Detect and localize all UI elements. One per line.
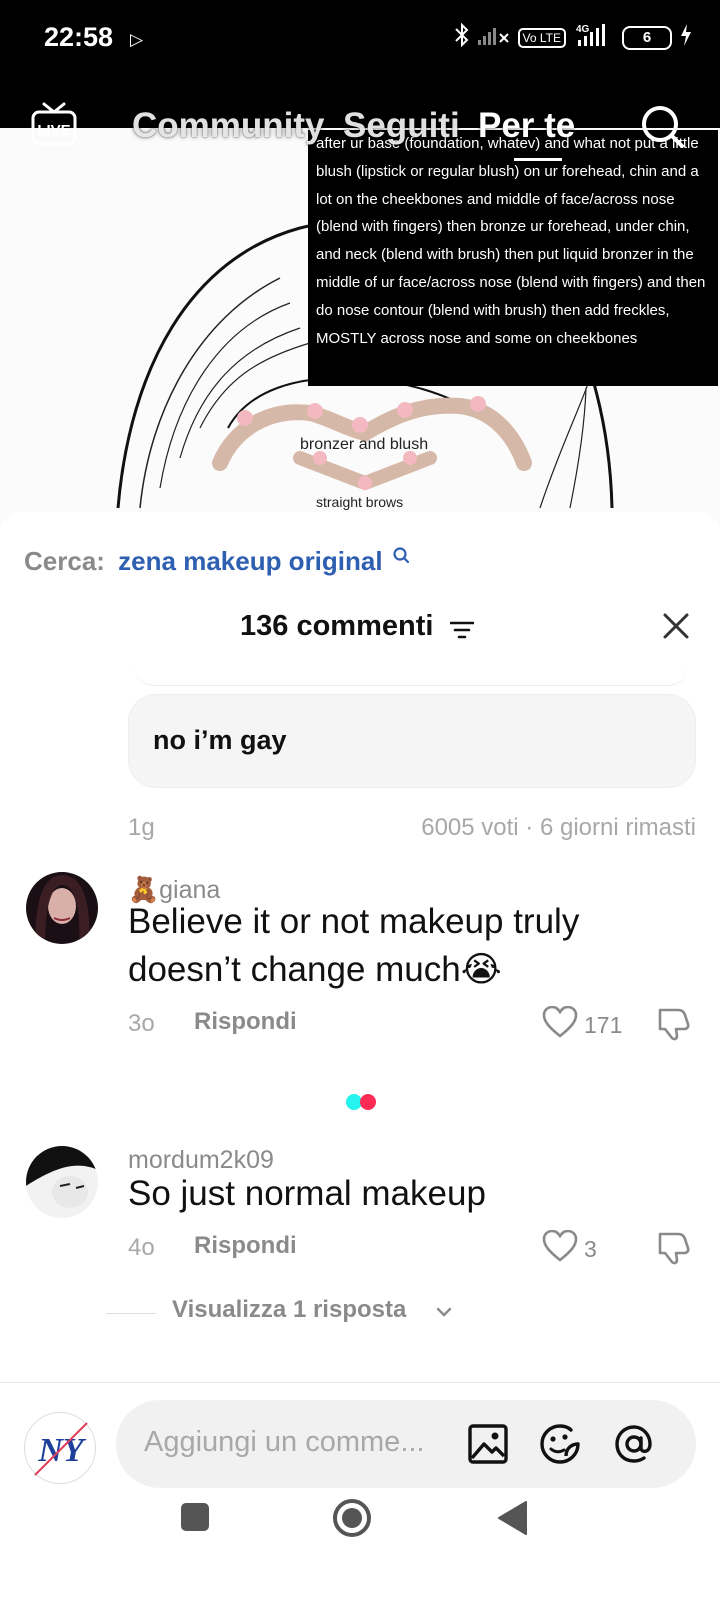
4g-signal-icon: 4G [574,22,614,53]
previous-bubble-edge [134,662,688,686]
comment-text: Believe it or not makeup truly doesn’t c… [128,902,580,989]
poll-option[interactable]: no i’m gay [128,694,696,788]
image-icon[interactable] [466,1422,510,1466]
reply-button[interactable]: Rispondi [194,1232,297,1260]
poll-votes-meta: 6005 voti · 6 giorni rimasti [421,814,696,841]
like-count: 3 [584,1236,597,1262]
comment-input[interactable]: Aggiungi un comme... [116,1400,696,1488]
status-time: 22:58 [44,22,114,52]
reply-button[interactable]: Rispondi [194,1008,297,1036]
charging-icon [680,24,692,51]
like-count: 171 [584,1012,623,1038]
play-icon: ▷ [130,30,144,49]
replies-divider-line [106,1313,156,1314]
comment-time: 3o [128,1010,155,1037]
dislike-icon[interactable] [656,1230,692,1266]
avatar[interactable] [26,872,98,944]
chevron-down-icon [436,1307,452,1317]
comment-input-placeholder: Aggiungi un comme... [144,1426,425,1458]
svg-text:NY: NY [37,1432,87,1469]
loading-indicator [346,1094,376,1110]
video-caption-overlay: after ur base (foundation, whatev) and w… [308,130,718,386]
system-nav-bar [0,1480,720,1600]
avatar[interactable] [26,1146,98,1218]
svg-text:4G: 4G [576,24,590,35]
heart-icon[interactable] [542,1006,578,1038]
recents-icon[interactable] [180,1502,210,1532]
comments-sheet: Cerca: zena makeup original 136 commenti… [0,512,720,1600]
view-replies-button[interactable]: Visualizza 1 risposta [106,1296,506,1336]
dislike-icon[interactable] [656,1006,692,1042]
screen: 22:58 ▷ Vo LTE 4G 6 bronzer and blush st… [0,0,720,1600]
active-tab-indicator [514,158,562,161]
search-icon[interactable] [640,104,686,150]
status-icons: Vo LTE 4G 6 [454,22,692,53]
heart-icon[interactable] [542,1230,578,1262]
top-nav: LIVE Community Seguiti Per te [0,96,720,161]
poll-option-text: no i’m gay [153,725,287,755]
poll-time: 1g [128,814,155,841]
search-prefix: Cerca: [24,546,105,576]
comments-header: 136 commenti [0,596,720,656]
volte-icon: Vo LTE [517,27,566,48]
tab-community[interactable]: Community [132,106,325,146]
sticker-emoji-icon[interactable] [538,1422,582,1466]
related-search[interactable]: Cerca: zena makeup original [24,546,410,577]
svg-text:LIVE: LIVE [37,122,70,139]
home-icon[interactable] [332,1498,372,1538]
view-replies-label: Visualizza 1 risposta [172,1296,407,1323]
bluetooth-icon [454,22,470,52]
tab-seguiti[interactable]: Seguiti [343,106,460,146]
comment-item: mordum2k09 So just normal makeup 4o Risp… [0,1132,720,1312]
comment-item: 🧸giana Believe it or not makeup truly do… [0,862,720,1062]
live-icon[interactable]: LIVE [30,102,78,148]
my-avatar[interactable]: NY [24,1412,96,1484]
mention-icon[interactable] [612,1422,656,1466]
search-small-icon [393,547,409,564]
close-icon[interactable] [662,612,690,640]
input-divider [0,1382,720,1383]
tab-per-te[interactable]: Per te [478,106,575,146]
battery-icon: 6 [622,25,672,50]
search-term-link[interactable]: zena makeup original [118,546,382,576]
heart-label: bronzer and blush [300,436,429,453]
filter-icon[interactable] [450,620,474,640]
brows-label: straight brows [316,494,404,510]
comment-count: 136 commenti [240,610,434,642]
back-icon[interactable] [496,1500,528,1536]
comment-text: So just normal makeup [128,1174,486,1213]
no-signal-icon [477,24,510,51]
comment-time: 4o [128,1234,155,1261]
